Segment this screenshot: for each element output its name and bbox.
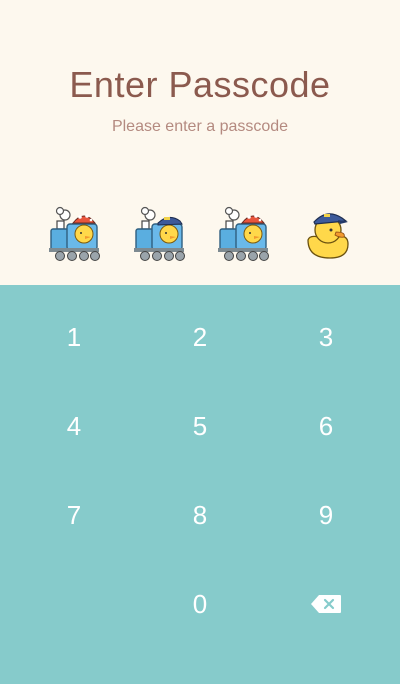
delete-button[interactable]: [266, 564, 386, 644]
passcode-header-area: Enter Passcode Please enter a passcode: [0, 0, 400, 285]
passcode-indicators: [0, 204, 400, 264]
passcode-dot-4: [300, 204, 360, 264]
key-4[interactable]: 4: [14, 386, 134, 466]
key-1[interactable]: 1: [14, 297, 134, 377]
passcode-dot-3: [214, 204, 274, 264]
key-9[interactable]: 9: [266, 475, 386, 555]
page-title: Enter Passcode: [69, 64, 331, 105]
passcode-dot-1: [45, 204, 105, 264]
keypad: 1 2 3 4 5 6 7 8 9 0: [0, 285, 400, 684]
key-3[interactable]: 3: [266, 297, 386, 377]
train-mushroom-duck-icon: [218, 206, 269, 261]
conductor-duck-icon: [307, 213, 349, 259]
key-0[interactable]: 0: [140, 564, 260, 644]
key-7[interactable]: 7: [14, 475, 134, 555]
train-mushroom-duck-icon: [49, 206, 100, 261]
page-subtitle: Please enter a passcode: [111, 118, 289, 135]
key-2[interactable]: 2: [140, 297, 260, 377]
train-conductor-duck-icon: [134, 206, 185, 261]
passcode-dot-2: [130, 204, 190, 264]
key-5[interactable]: 5: [140, 386, 260, 466]
key-6[interactable]: 6: [266, 386, 386, 466]
backspace-icon: [311, 595, 341, 613]
key-8[interactable]: 8: [140, 475, 260, 555]
key-blank: [14, 564, 134, 644]
